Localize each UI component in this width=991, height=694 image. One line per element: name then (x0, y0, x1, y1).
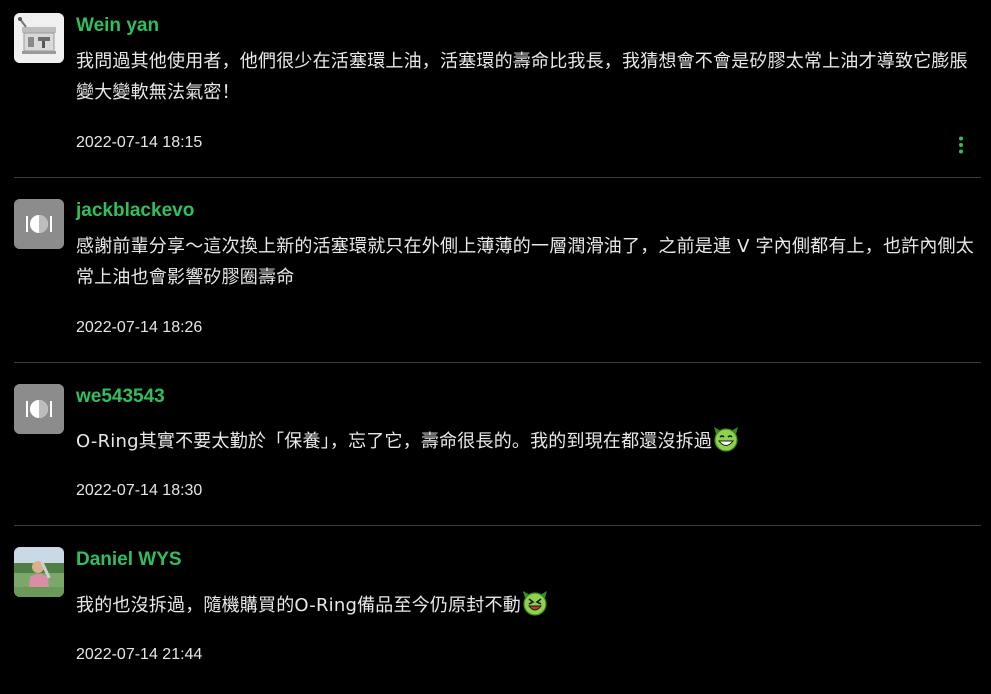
user-avatar[interactable] (14, 199, 64, 249)
comment-username[interactable]: Daniel WYS (76, 549, 182, 571)
comment-timestamp: 2022-07-14 18:15 (76, 134, 203, 151)
photo-avatar (14, 547, 64, 597)
comment-timestamp: 2022-07-14 21:44 (76, 646, 203, 663)
comment-text: 我問過其他使用者，他們很少在活塞環上油，活塞環的壽命比我長，我猜想會不會是矽膠太… (76, 51, 968, 103)
comment-username[interactable]: Wein yan (76, 15, 159, 37)
espresso-machine-avatar (14, 13, 64, 63)
comment-username[interactable]: jackblackevo (76, 200, 194, 222)
comment-timestamp: 2022-07-14 18:30 (76, 482, 203, 499)
comment-list: Wein yan 我問過其他使用者，他們很少在活塞環上油，活塞環的壽命比我長，我… (0, 0, 991, 694)
comment-username[interactable]: we543543 (76, 386, 165, 408)
more-vertical-icon[interactable] (954, 136, 968, 154)
user-avatar[interactable] (14, 547, 64, 597)
user-avatar[interactable] (14, 13, 64, 63)
comment-divider (14, 525, 981, 526)
comment-text: O-Ring其實不要太勤於「保養」，忘了它，壽命很長的。我的到現在都還沒拆過 (76, 425, 982, 457)
laughing-devil-emoji (522, 591, 547, 616)
default-avatar-icon (14, 199, 64, 249)
comment-timestamp: 2022-07-14 18:26 (76, 319, 203, 336)
comment-divider (14, 362, 981, 363)
default-avatar-icon (14, 384, 64, 434)
comment-text: 感謝前輩分享～這次換上新的活塞環就只在外側上薄薄的一層潤滑油了，之前是連 V 字… (76, 236, 974, 288)
comment-text-content: O-Ring其實不要太勤於「保養」，忘了它，壽命很長的。我的到現在都還沒拆過 (76, 431, 713, 452)
user-avatar[interactable] (14, 384, 64, 434)
comment-text: 我的也沒拆過，隨機購買的O-Ring備品至今仍原封不動 (76, 589, 982, 621)
comment-divider (14, 177, 981, 178)
comment-text-content: 我的也沒拆過，隨機購買的O-Ring備品至今仍原封不動 (76, 595, 521, 616)
grinning-devil-emoji (714, 427, 739, 452)
